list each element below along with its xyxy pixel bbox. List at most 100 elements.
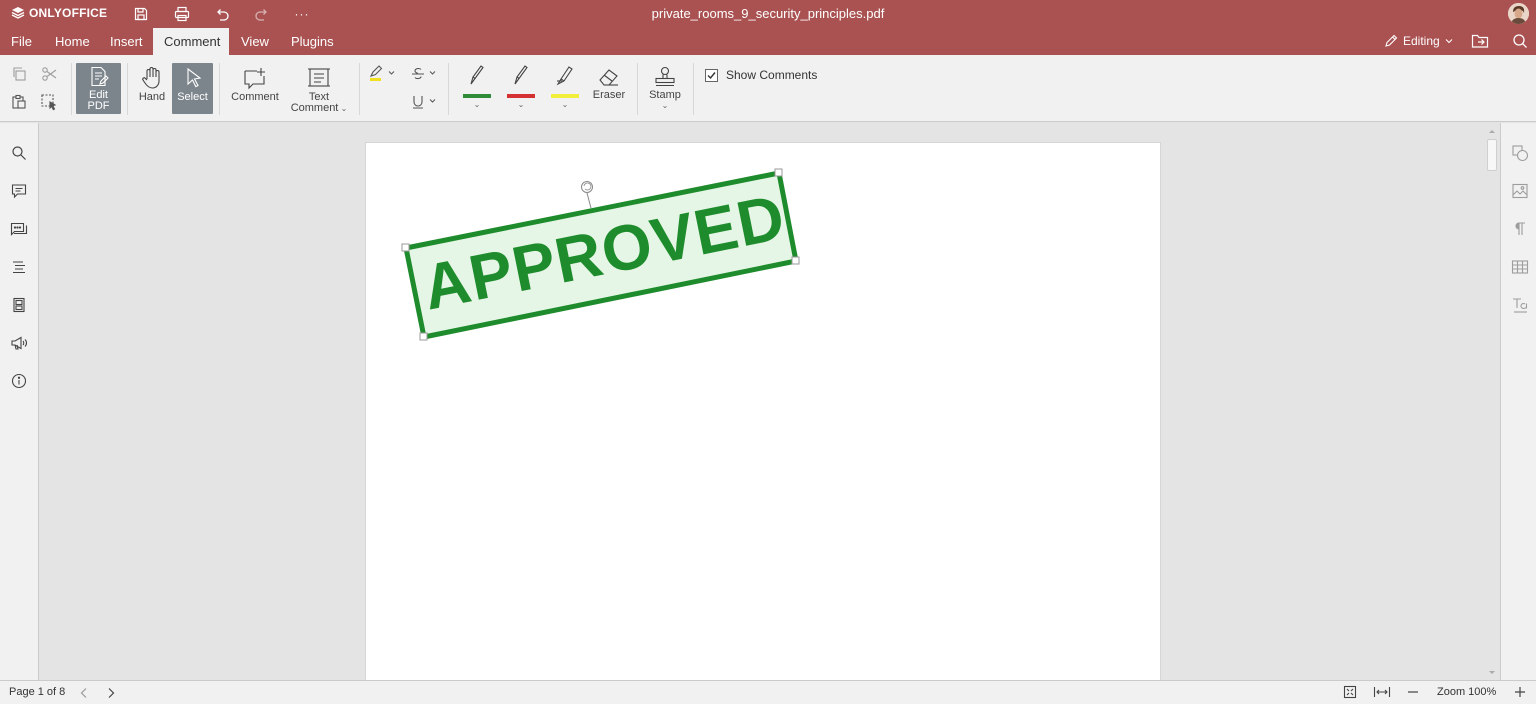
tab-view[interactable]: View (230, 28, 280, 55)
chevron-down-icon: ⌄ (517, 100, 525, 109)
user-avatar[interactable] (1508, 3, 1529, 24)
document-page[interactable]: APPROVED (366, 143, 1160, 680)
tab-plugins[interactable]: Plugins (280, 28, 345, 55)
search-icon[interactable] (1510, 31, 1530, 51)
underline-button[interactable] (408, 92, 438, 112)
eraser-button[interactable]: Eraser (589, 63, 629, 114)
checkbox-box[interactable] (705, 68, 718, 82)
tab-insert[interactable]: Insert (99, 28, 154, 55)
more-icon[interactable]: ··· (292, 4, 312, 24)
edit-pdf-button[interactable]: Edit PDF (76, 63, 121, 114)
hand-label: Hand (138, 91, 166, 103)
save-icon[interactable] (131, 4, 151, 24)
add-comment-button[interactable]: Comment (228, 63, 282, 114)
stamp-button[interactable]: Stamp ⌄ (644, 63, 686, 114)
toolbar-separator (693, 63, 694, 115)
highlighter-swatch (551, 94, 579, 98)
hand-button[interactable]: Hand (133, 63, 171, 114)
page-indicator[interactable]: Page 1 of 8 (9, 686, 65, 698)
chevron-down-icon: ⌄ (338, 104, 348, 113)
tab-comment[interactable]: Comment (153, 28, 229, 55)
pen-red-button[interactable]: ⌄ (504, 63, 538, 114)
marker-icon (556, 66, 573, 86)
scroll-up-icon[interactable] (1485, 125, 1499, 137)
toolbar-separator (448, 63, 449, 115)
zoom-in-icon[interactable] (1514, 686, 1526, 698)
print-icon[interactable] (172, 4, 192, 24)
resize-handle[interactable] (401, 243, 410, 252)
chevron-down-icon: ⌄ (473, 100, 481, 109)
redo-icon[interactable] (252, 4, 272, 24)
toolbar-separator (637, 63, 638, 115)
left-sidebar (0, 123, 39, 680)
page-thumbnails-icon[interactable] (9, 295, 29, 315)
zoom-out-icon[interactable] (1407, 690, 1419, 694)
search-icon[interactable] (9, 143, 29, 163)
open-location-icon[interactable] (1470, 31, 1490, 51)
onlyoffice-logo-icon (11, 7, 25, 19)
next-page-icon[interactable] (106, 687, 116, 699)
text-comment-label-2: Comment ⌄ (291, 103, 348, 114)
text-comment-button[interactable]: Text Comment ⌄ (288, 63, 350, 114)
image-settings-icon[interactable] (1511, 182, 1529, 200)
fit-width-icon[interactable] (1373, 686, 1391, 698)
checkmark-icon (707, 71, 716, 79)
pen-green-button[interactable]: ⌄ (460, 63, 494, 114)
strikeout-button[interactable] (408, 64, 438, 84)
comments-icon[interactable] (9, 181, 29, 201)
show-comments-label: Show Comments (726, 68, 818, 82)
info-icon[interactable] (9, 371, 29, 391)
cut-icon[interactable] (39, 64, 59, 84)
editing-mode-dropdown[interactable]: Editing (1384, 34, 1453, 48)
pen-green-swatch (463, 94, 491, 98)
chevron-down-icon: ⌄ (561, 100, 569, 109)
shape-settings-icon[interactable] (1511, 144, 1529, 162)
scroll-down-icon[interactable] (1485, 667, 1499, 679)
select-label: Select (177, 91, 208, 103)
zoom-level[interactable]: Zoom 100% (1437, 686, 1496, 698)
pencil-icon (1385, 34, 1398, 47)
cursor-icon (186, 67, 201, 88)
resize-handle[interactable] (419, 332, 428, 341)
approved-stamp[interactable]: APPROVED (366, 143, 1160, 680)
strikeout-icon (412, 67, 436, 80)
highlighter-pen-button[interactable]: ⌄ (548, 63, 582, 114)
chevron-down-icon (1445, 39, 1453, 44)
scroll-thumb[interactable] (1487, 139, 1497, 171)
select-all-icon[interactable] (39, 92, 59, 112)
feedback-megaphone-icon[interactable] (9, 333, 29, 353)
text-art-settings-icon[interactable] (1511, 296, 1529, 314)
select-button[interactable]: Select (172, 63, 213, 114)
chat-icon[interactable] (9, 219, 29, 239)
add-comment-icon (244, 68, 265, 90)
table-settings-icon[interactable] (1511, 258, 1529, 276)
toolbar-separator (359, 63, 360, 115)
stamp-label: Stamp (649, 89, 681, 101)
right-sidebar (1500, 123, 1536, 680)
toolbar: Edit PDF Hand Select Comment Text Commen… (0, 55, 1536, 122)
underline-icon (413, 96, 436, 109)
paste-icon[interactable] (9, 92, 29, 112)
title-bar: ONLYOFFICE ··· private_rooms_9_security_… (0, 0, 1536, 28)
resize-handle[interactable] (774, 168, 783, 177)
paragraph-settings-icon[interactable] (1511, 220, 1529, 238)
status-bar: Page 1 of 8 Zoom 100% (0, 680, 1536, 704)
app-logo: ONLYOFFICE (11, 6, 107, 20)
highlight-button[interactable] (366, 64, 396, 84)
toolbar-separator (219, 63, 220, 115)
tab-home[interactable]: Home (44, 28, 101, 55)
fit-page-icon[interactable] (1343, 685, 1357, 699)
hand-icon (142, 67, 160, 89)
tab-file[interactable]: File (0, 28, 43, 55)
navigation-icon[interactable] (9, 257, 29, 277)
resize-handle[interactable] (791, 256, 800, 265)
rotate-handle-icon[interactable] (581, 181, 593, 209)
copy-icon[interactable] (9, 64, 29, 84)
text-comment-icon (308, 68, 330, 87)
show-comments-checkbox[interactable]: Show Comments (705, 68, 817, 82)
text-comment-label-2-text: Comment (290, 102, 339, 114)
previous-page-icon[interactable] (79, 687, 89, 699)
editing-mode-label: Editing (1403, 34, 1440, 48)
vertical-scrollbar[interactable] (1485, 123, 1499, 680)
undo-icon[interactable] (212, 4, 232, 24)
